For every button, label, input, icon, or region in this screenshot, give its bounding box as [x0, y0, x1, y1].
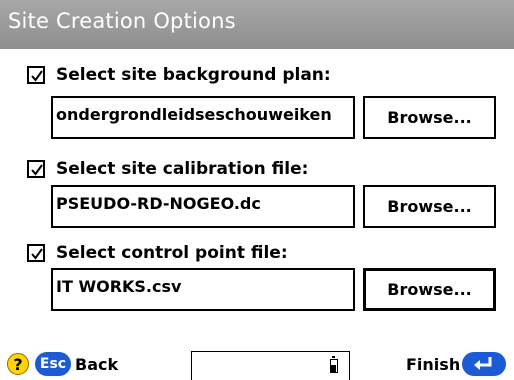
browse-background-plan-button[interactable]: Browse...	[363, 96, 496, 139]
browse-control-point-file-button[interactable]: Browse...	[363, 268, 496, 311]
control-point-file-field[interactable]: IT WORKS.csv	[51, 268, 355, 311]
esc-icon[interactable]: Esc	[35, 352, 71, 376]
option-label: Select site calibration file:	[56, 159, 309, 179]
browse-calibration-file-button[interactable]: Browse...	[363, 185, 496, 228]
option-label: Select control point file:	[56, 243, 288, 263]
background-plan-file-field[interactable]: ondergrondleidseschouweiken	[51, 96, 355, 139]
back-button[interactable]: Back	[75, 355, 118, 374]
enter-arrow-icon	[474, 357, 492, 370]
title-bar: Site Creation Options	[0, 0, 514, 49]
option-control-point-file[interactable]: Select control point file:	[27, 240, 288, 266]
checkbox-calibration-file[interactable]	[27, 160, 45, 178]
finish-button[interactable]: Finish	[406, 355, 460, 374]
status-area	[191, 351, 350, 380]
calibration-file-field[interactable]: PSEUDO-RD-NOGEO.dc	[51, 185, 355, 228]
checkmark-icon	[31, 248, 43, 260]
option-background-plan[interactable]: Select site background plan:	[27, 62, 331, 88]
window-title: Site Creation Options	[8, 9, 236, 33]
battery-icon	[330, 356, 338, 373]
checkmark-icon	[31, 70, 43, 82]
checkbox-control-point-file[interactable]	[27, 244, 45, 262]
option-label: Select site background plan:	[56, 65, 331, 85]
checkmark-icon	[31, 164, 43, 176]
enter-icon[interactable]	[462, 352, 506, 376]
help-icon[interactable]: ?	[7, 353, 29, 375]
checkbox-background-plan[interactable]	[27, 66, 45, 84]
option-calibration-file[interactable]: Select site calibration file:	[27, 156, 308, 182]
